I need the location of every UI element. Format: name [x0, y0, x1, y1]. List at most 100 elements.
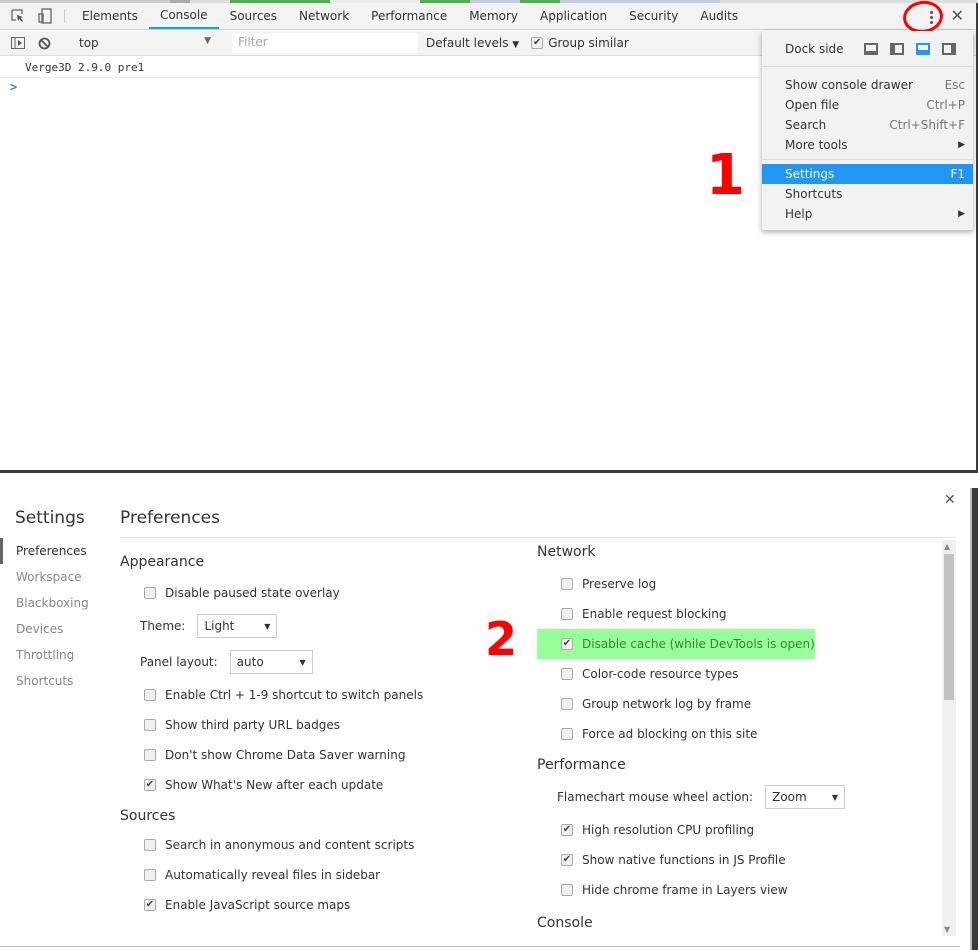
tab-console[interactable]: Console	[148, 3, 219, 29]
checkbox-icon	[561, 698, 573, 710]
group-similar-label: Group similar	[548, 36, 629, 50]
inspect-element-icon[interactable]	[4, 3, 31, 29]
ctrl-shortcut-checkbox[interactable]: Enable Ctrl + 1-9 shortcut to switch pan…	[144, 680, 520, 710]
flamechart-select[interactable]: Zoom ▼	[765, 785, 846, 809]
tab-network[interactable]: Network	[288, 3, 360, 29]
select-value: Light	[204, 619, 235, 633]
tab-application[interactable]: Application	[529, 3, 618, 29]
console-heading: Console	[537, 915, 593, 931]
menu-item-help[interactable]: Help ▶	[762, 204, 973, 224]
sidebar-item-workspace[interactable]: Workspace	[0, 564, 89, 590]
console-message: Verge3D 2.9.0 pre1	[0, 58, 760, 78]
color-code-checkbox[interactable]: Color-code resource types	[561, 659, 937, 689]
dock-side-row: Dock side	[762, 31, 973, 67]
menu-label: Show console drawer	[785, 78, 913, 92]
menu-label: Open file	[785, 98, 840, 112]
close-settings-icon[interactable]: ✕	[944, 492, 956, 508]
disable-cache-checkbox[interactable]: ✔ Disable cache (while DevTools is open)	[537, 629, 815, 659]
checkbox-label: High resolution CPU profiling	[582, 823, 755, 837]
request-blocking-checkbox[interactable]: Enable request blocking	[561, 599, 937, 629]
settings-sidebar: Preferences Workspace Blackboxing Device…	[0, 538, 89, 694]
divider	[0, 946, 960, 947]
show-sidebar-icon[interactable]	[4, 37, 31, 49]
hide-chrome-frame-checkbox[interactable]: Hide chrome frame in Layers view	[561, 875, 937, 905]
settings-title: Settings	[15, 508, 85, 528]
third-party-badges-checkbox[interactable]: Show third party URL badges	[144, 710, 520, 740]
theme-select[interactable]: Light ▼	[197, 614, 278, 638]
right-column: Network Preserve log Enable request bloc…	[537, 544, 937, 940]
search-anon-checkbox[interactable]: Search in anonymous and content scripts	[144, 830, 520, 860]
filter-input[interactable]: Filter	[232, 33, 418, 53]
checkbox-icon	[144, 869, 156, 881]
checkbox-label: Show native functions in JS Profile	[582, 853, 786, 867]
tab-memory[interactable]: Memory	[458, 3, 529, 29]
scrollbar-thumb[interactable]	[944, 554, 954, 700]
checkbox-checked-icon: ✔	[561, 638, 573, 650]
checkbox-label: Show What's New after each update	[165, 778, 384, 792]
chevron-down-icon: ▼	[512, 40, 520, 50]
checkbox-icon	[144, 719, 156, 731]
menu-item-open-file[interactable]: Open file Ctrl+P	[762, 95, 973, 115]
sidebar-item-throttling[interactable]: Throttling	[0, 642, 89, 668]
divider	[120, 537, 956, 538]
dock-right-icon[interactable]	[941, 42, 956, 55]
js-source-maps-checkbox[interactable]: ✔ Enable JavaScript source maps	[144, 890, 520, 920]
menu-item-show-console-drawer[interactable]: Show console drawer Esc	[762, 75, 973, 95]
settings-scrollbar[interactable]: ▲ ▼	[942, 540, 956, 936]
theme-label: Theme:	[140, 619, 186, 633]
device-toolbar-icon[interactable]	[31, 3, 58, 29]
menu-item-shortcuts[interactable]: Shortcuts	[762, 184, 973, 204]
sidebar-item-shortcuts[interactable]: Shortcuts	[0, 668, 89, 694]
group-similar-checkbox[interactable]: ✔ Group similar	[531, 36, 629, 50]
scroll-down-icon[interactable]: ▼	[944, 925, 950, 934]
close-devtools-icon[interactable]: ✕	[951, 6, 964, 25]
sidebar-item-preferences[interactable]: Preferences	[0, 538, 89, 564]
group-by-frame-checkbox[interactable]: Group network log by frame	[561, 689, 937, 719]
menu-shortcut: Ctrl+Shift+F	[889, 118, 965, 132]
context-selector[interactable]: top ▼	[71, 36, 211, 50]
data-saver-checkbox[interactable]: Don't show Chrome Data Saver warning	[144, 740, 520, 770]
scroll-up-icon[interactable]: ▲	[944, 542, 950, 551]
clear-console-icon[interactable]	[31, 37, 58, 50]
chevron-down-icon: ▼	[831, 792, 839, 802]
appearance-heading: Appearance	[120, 554, 205, 570]
performance-heading: Performance	[537, 757, 626, 773]
sidebar-item-devices[interactable]: Devices	[0, 616, 89, 642]
checkbox-checked-icon: ✔	[561, 854, 573, 866]
panel-layout-select[interactable]: auto ▼	[229, 650, 313, 674]
reveal-files-checkbox[interactable]: Automatically reveal files in sidebar	[144, 860, 520, 890]
checkbox-label: Preserve log	[582, 577, 657, 591]
menu-shortcut: Ctrl+P	[926, 98, 965, 112]
high-res-cpu-checkbox[interactable]: ✔ High resolution CPU profiling	[561, 815, 937, 845]
tab-sources[interactable]: Sources	[219, 3, 288, 29]
annotation-step-1: 1	[706, 143, 745, 208]
dock-left-icon[interactable]	[889, 42, 904, 55]
native-functions-checkbox[interactable]: ✔ Show native functions in JS Profile	[561, 845, 937, 875]
tab-performance[interactable]: Performance	[360, 3, 458, 29]
menu-item-search[interactable]: Search Ctrl+Shift+F	[762, 115, 973, 135]
console-prompt[interactable]: >	[10, 80, 17, 94]
checkbox-icon	[561, 608, 573, 620]
tab-security[interactable]: Security	[618, 3, 689, 29]
sidebar-item-blackboxing[interactable]: Blackboxing	[0, 590, 89, 616]
menu-item-more-tools[interactable]: More tools ▶	[762, 135, 973, 155]
theme-row: Theme: Light ▼	[140, 608, 520, 644]
preserve-log-checkbox[interactable]: Preserve log	[561, 569, 937, 599]
submenu-arrow-icon: ▶	[958, 140, 965, 150]
force-ad-blocking-checkbox[interactable]: Force ad blocking on this site	[561, 719, 937, 749]
undock-icon[interactable]	[863, 42, 878, 55]
menu-label: More tools	[785, 138, 848, 152]
window-edge	[970, 488, 978, 950]
chevron-down-icon: ▼	[264, 621, 271, 631]
log-levels-dropdown[interactable]: Default levels ▼	[426, 36, 519, 50]
disable-paused-overlay-checkbox[interactable]: Disable paused state overlay	[144, 578, 520, 608]
menu-item-settings[interactable]: Settings F1	[762, 164, 973, 184]
dock-bottom-icon[interactable]	[915, 42, 930, 55]
menu-shortcut: Esc	[944, 78, 965, 92]
main-menu: Dock side Show console drawer Esc Open fi…	[762, 31, 973, 230]
tab-elements[interactable]: Elements	[71, 3, 149, 29]
checkbox-label: Group network log by frame	[582, 697, 752, 711]
checkbox-icon	[561, 578, 573, 590]
whats-new-checkbox[interactable]: ✔ Show What's New after each update	[144, 770, 520, 800]
tab-audits[interactable]: Audits	[689, 3, 749, 29]
